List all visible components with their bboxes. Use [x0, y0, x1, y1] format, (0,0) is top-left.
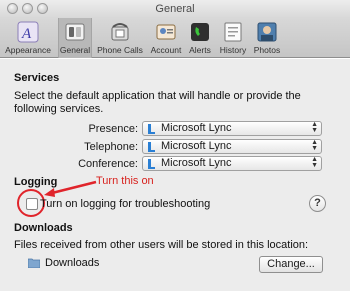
tab-photos[interactable]: Photos: [252, 20, 282, 57]
telephone-label: Telephone:: [84, 141, 138, 153]
tab-phone-calls[interactable]: Phone Calls: [96, 20, 144, 57]
tab-general[interactable]: General: [58, 18, 92, 58]
general-pane: Services Select the default application …: [0, 59, 350, 291]
appearance-icon: A: [17, 21, 39, 43]
preferences-toolbar: A Appearance General Phone Calls Account: [0, 18, 350, 58]
tab-account[interactable]: Account: [148, 20, 184, 57]
logging-checkbox-label[interactable]: Turn on logging for troubleshooting: [40, 198, 210, 211]
tab-alerts[interactable]: Alerts: [186, 20, 214, 57]
minimize-window-button[interactable]: [22, 3, 33, 14]
general-switch-icon: [65, 23, 85, 41]
logging-checkbox[interactable]: [26, 198, 38, 210]
updown-arrows-icon: ▲ ▼: [311, 156, 318, 169]
updown-arrows-icon: ▲ ▼: [311, 121, 318, 134]
conference-select[interactable]: Microsoft Lync ▲ ▼: [142, 156, 322, 171]
lync-icon: [148, 159, 155, 169]
change-button[interactable]: Change...: [259, 256, 323, 273]
window-title: General: [155, 3, 195, 15]
lync-icon: [148, 142, 155, 152]
downloads-description: Files received from other users will be …: [14, 239, 309, 251]
folder-icon: [28, 258, 40, 268]
updown-arrows-icon: ▲ ▼: [311, 139, 318, 152]
account-icon: [156, 24, 176, 40]
tab-appearance[interactable]: A Appearance: [2, 20, 54, 57]
close-window-button[interactable]: [7, 3, 18, 14]
services-description: Select the default application that will…: [14, 90, 301, 115]
lync-icon: [148, 124, 155, 134]
conference-label: Conference:: [78, 158, 138, 170]
svg-text:A: A: [21, 26, 32, 42]
downloads-folder-name: Downloads: [45, 257, 100, 269]
tab-history[interactable]: History: [218, 20, 248, 57]
annotation-text: Turn this on: [96, 175, 154, 187]
presence-label: Presence:: [88, 123, 138, 135]
history-icon: [224, 22, 242, 42]
photos-icon: [257, 22, 277, 42]
alerts-icon: [191, 23, 209, 41]
title-bar: General: [0, 0, 350, 18]
phone-icon: [111, 23, 129, 41]
help-button[interactable]: ?: [309, 195, 326, 212]
downloads-heading: Downloads: [14, 222, 73, 234]
services-heading: Services: [14, 72, 60, 84]
presence-select[interactable]: Microsoft Lync ▲ ▼: [142, 121, 322, 136]
telephone-select[interactable]: Microsoft Lync ▲ ▼: [142, 139, 322, 154]
zoom-window-button[interactable]: [37, 3, 48, 14]
